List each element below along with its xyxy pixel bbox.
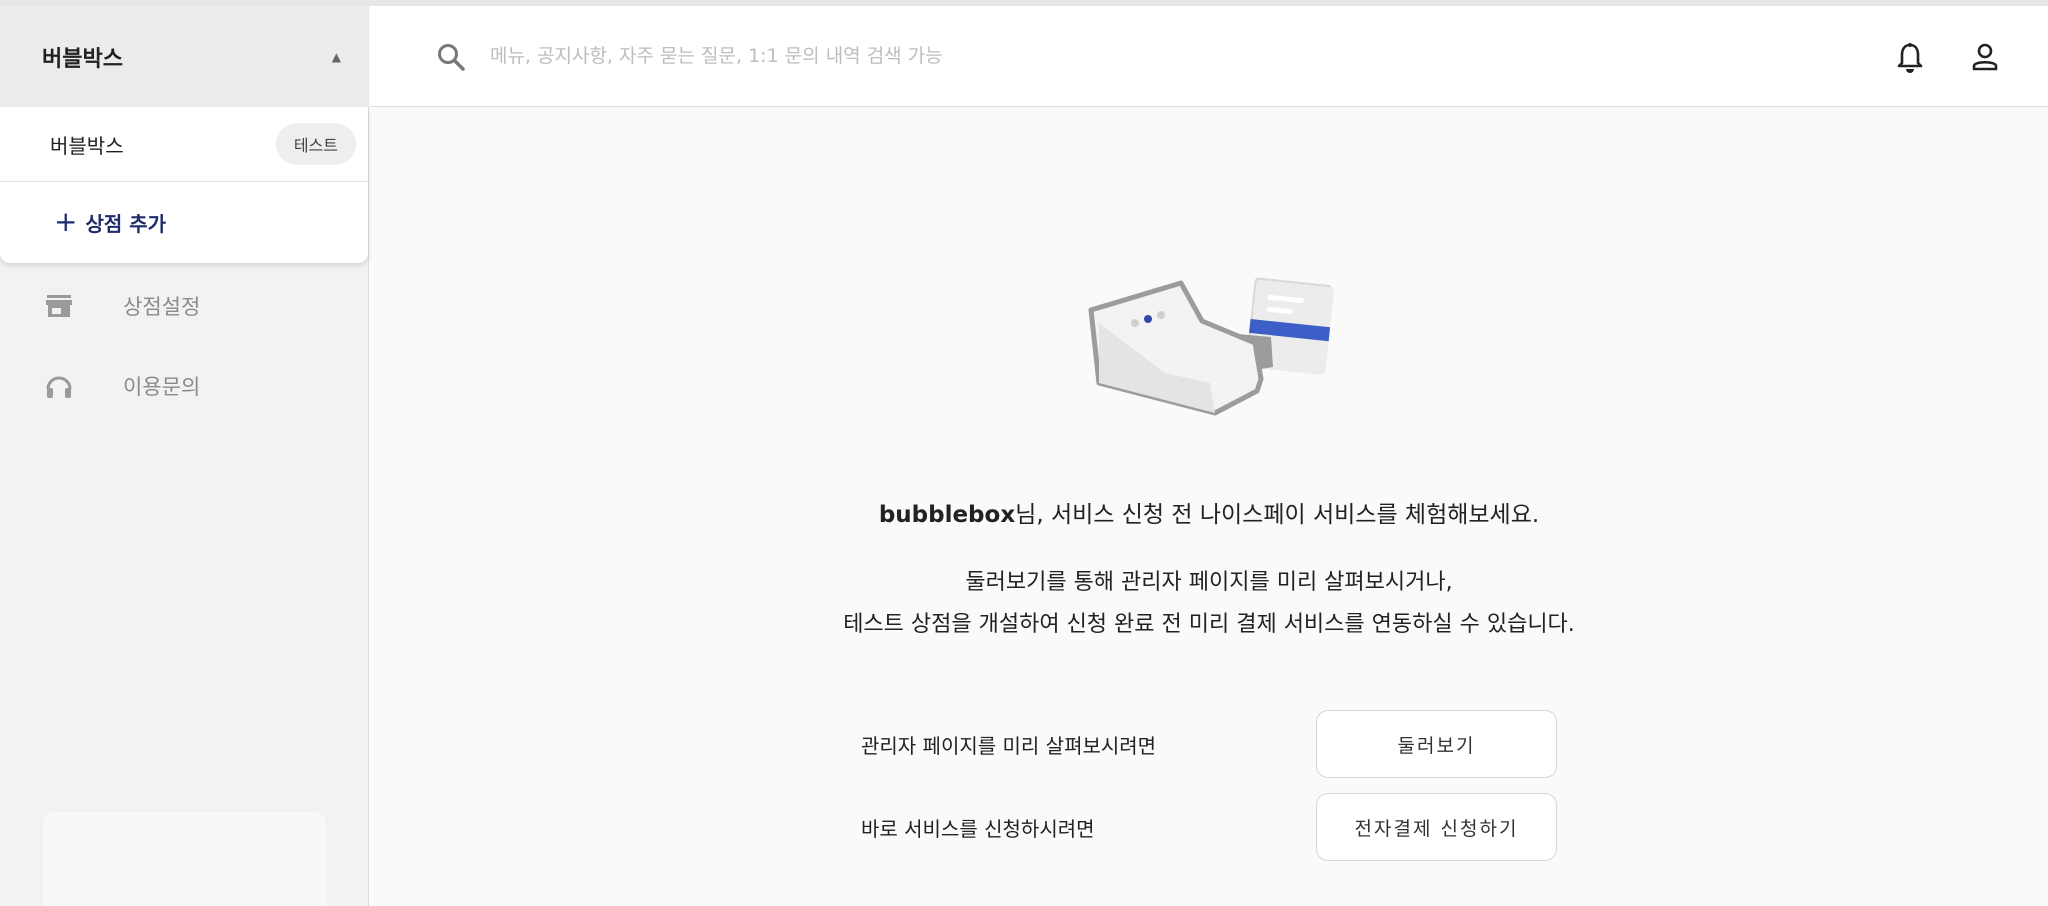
sidebar: 버블박스 ▲ 버블박스 테스트 + 상점 추가 상점설정 이용문의 [0,6,369,906]
search-icon[interactable] [436,42,466,72]
preview-button[interactable]: 둘러보기 [1316,710,1557,778]
search-input[interactable] [490,36,1190,76]
headline-text: 님, 서비스 신청 전 나이스페이 서비스를 체험해보세요. [1015,502,1540,528]
test-badge: 테스트 [275,123,356,165]
caret-up-icon: ▲ [331,50,341,64]
sidebar-info-card [43,812,326,906]
headset-icon [46,376,72,398]
store-dropdown: 버블박스 테스트 + 상점 추가 [0,107,368,263]
add-store-label: 상점 추가 [85,211,167,236]
main-content: bubblebox님, 서비스 신청 전 나이스페이 서비스를 체험해보세요. … [370,107,2048,906]
description-line-1: 둘러보기를 통해 관리자 페이지를 미리 살펴보시거나, [965,570,1453,595]
welcome-headline: bubblebox님, 서비스 신청 전 나이스페이 서비스를 체험해보세요. [370,495,2048,529]
welcome-description: 둘러보기를 통해 관리자 페이지를 미리 살펴보시거나, 테스트 상점을 개설하… [370,562,2048,646]
store-icon [46,295,72,317]
store-option-label: 버블박스 [50,133,124,158]
apply-payment-button[interactable]: 전자결제 신청하기 [1316,793,1557,861]
description-line-2: 테스트 상점을 개설하여 신청 완료 전 미리 결제 서비스를 연동하실 수 있… [843,612,1575,637]
apply-row: 바로 서비스를 신청하시려면 전자결제 신청하기 [861,793,1567,861]
sidebar-item-inquiry[interactable]: 이용문의 [0,356,369,416]
user-icon[interactable] [1970,42,2000,72]
store-option-bubblebox[interactable]: 버블박스 테스트 [0,107,368,182]
bell-icon[interactable] [1895,42,1925,74]
preview-row: 관리자 페이지를 미리 살펴보시려면 둘러보기 [861,710,1567,778]
sidebar-item-store-settings[interactable]: 상점설정 [0,276,369,336]
top-bar [370,6,2048,107]
headline-username: bubblebox [878,502,1016,528]
plus-icon: + [54,205,78,238]
preview-prompt: 관리자 페이지를 미리 살펴보시려면 [861,734,1157,758]
apply-prompt: 바로 서비스를 신청하시려면 [861,817,1095,841]
add-store-button[interactable]: + 상점 추가 [0,182,368,262]
store-selector[interactable]: 버블박스 ▲ [0,6,369,107]
sidebar-item-label: 이용문의 [123,375,201,399]
payment-terminal-illustration [1088,277,1334,416]
sidebar-item-label: 상점설정 [123,295,201,319]
app-root: 버블박스 ▲ 버블박스 테스트 + 상점 추가 상점설정 이용문의 메뉴, 공지… [0,0,2048,906]
store-selector-title: 버블박스 [42,46,123,72]
